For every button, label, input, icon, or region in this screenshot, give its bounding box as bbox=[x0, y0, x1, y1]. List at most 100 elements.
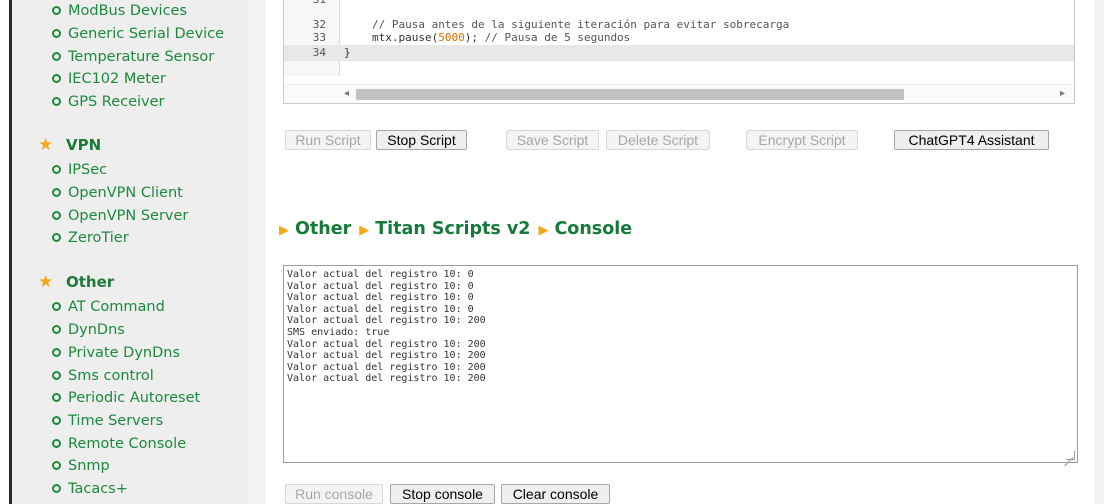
sidebar-item-zerotier[interactable]: ZeroTier bbox=[52, 229, 129, 247]
bullet-icon bbox=[52, 29, 61, 38]
code-line: // Pausa antes de la siguiente iteración… bbox=[372, 18, 789, 31]
sidebar-section-other[interactable]: ★ Other bbox=[38, 273, 114, 291]
sidebar-section-title: VPN bbox=[66, 136, 102, 154]
sidebar-item-private-dyndns[interactable]: Private DynDns bbox=[52, 344, 180, 362]
bullet-icon bbox=[52, 233, 61, 242]
code-line: } bbox=[344, 46, 351, 59]
encrypt-script-button[interactable]: Encrypt Script bbox=[746, 130, 858, 150]
breadcrumb-item[interactable]: Titan Scripts v2 bbox=[375, 219, 530, 239]
bullet-icon bbox=[52, 165, 61, 174]
code-comment: // Pausa de 5 segundos bbox=[484, 31, 631, 44]
line-number: 32 bbox=[312, 18, 326, 31]
console-line: Valor actual del registro 10: 0 bbox=[287, 269, 474, 280]
console-line: Valor actual del registro 10: 200 bbox=[287, 315, 486, 327]
triangle-icon: ▶ bbox=[279, 223, 289, 238]
sidebar-item-label: ModBus Devices bbox=[68, 3, 188, 19]
console-line: SMS enviado: true bbox=[287, 326, 390, 338]
sidebar-item-label: Generic Serial Device bbox=[68, 26, 225, 42]
console-line: Valor actual del registro 10: 0 bbox=[287, 280, 474, 292]
bullet-icon bbox=[52, 188, 61, 197]
bullet-icon bbox=[52, 416, 61, 425]
bullet-icon bbox=[52, 484, 61, 493]
sidebar-item-label: IEC102 Meter bbox=[68, 71, 166, 87]
console-line: Valor actual del registro 10: 0 bbox=[287, 303, 474, 315]
console-line: Valor actual del registro 10: 200 bbox=[287, 373, 486, 385]
breadcrumb: ▶ Other ▶ Titan Scripts v2 ▶ Console bbox=[279, 219, 640, 239]
sidebar-item-label: Temperature Sensor bbox=[68, 49, 215, 65]
sidebar-item-ipsec[interactable]: IPSec bbox=[52, 161, 107, 179]
code-line: mtx.pause(5000); // Pausa de 5 segundos bbox=[372, 31, 630, 44]
sidebar-nav: ModBus Devices Generic Serial Device Tem… bbox=[12, 0, 248, 504]
console-output[interactable]: Valor actual del registro 10: 0 Valor ac… bbox=[283, 265, 1078, 463]
console-line: Valor actual del registro 10: 200 bbox=[287, 361, 486, 373]
sidebar-item-openvpn-client[interactable]: OpenVPN Client bbox=[52, 184, 183, 202]
code-number: 5000 bbox=[438, 31, 465, 44]
breadcrumb-item[interactable]: Other bbox=[295, 219, 351, 239]
bullet-icon bbox=[52, 325, 61, 334]
code-comment: // Pausa antes de la siguiente iteración… bbox=[372, 18, 790, 31]
sidebar-item-tacacs[interactable]: Tacacs+ bbox=[52, 480, 128, 498]
sidebar-item-time-servers[interactable]: Time Servers bbox=[52, 412, 163, 430]
sidebar-section-title: Other bbox=[66, 273, 115, 291]
sidebar-item-label: Sms control bbox=[68, 368, 154, 384]
sidebar-item-at-command[interactable]: AT Command bbox=[52, 298, 165, 316]
bullet-icon bbox=[52, 211, 61, 220]
sidebar-item-periodic-autoreset[interactable]: Periodic Autoreset bbox=[52, 389, 200, 407]
sidebar-item-sms-control[interactable]: Sms control bbox=[52, 367, 154, 385]
sidebar-item-openvpn-server[interactable]: OpenVPN Server bbox=[52, 207, 188, 225]
sidebar-item-label: IPSec bbox=[68, 162, 108, 178]
sidebar-item-label: Snmp bbox=[68, 458, 110, 474]
run-script-button[interactable]: Run Script bbox=[285, 130, 371, 150]
sidebar-section-vpn[interactable]: ★ VPN bbox=[38, 136, 101, 154]
delete-script-button[interactable]: Delete Script bbox=[606, 130, 710, 150]
sidebar-item-label: GPS Receiver bbox=[68, 94, 165, 110]
scroll-left-icon[interactable]: ◂ bbox=[344, 86, 349, 101]
sidebar-item-gps-receiver[interactable]: GPS Receiver bbox=[52, 93, 165, 111]
sidebar-item-label: ZeroTier bbox=[68, 230, 129, 246]
sidebar-item-label: OpenVPN Server bbox=[68, 208, 189, 224]
sidebar-item-snmp[interactable]: Snmp bbox=[52, 457, 110, 475]
resize-handle-icon[interactable] bbox=[1066, 451, 1075, 460]
sidebar-item-dyndns[interactable]: DynDns bbox=[52, 321, 125, 339]
clear-console-button[interactable]: Clear console bbox=[501, 484, 610, 504]
sidebar-item-label: Private DynDns bbox=[68, 345, 181, 361]
bullet-icon bbox=[52, 6, 61, 15]
sidebar-item-generic-serial-device[interactable]: Generic Serial Device bbox=[52, 25, 224, 43]
horizontal-scrollbar[interactable]: ◂ ▸ bbox=[284, 84, 1074, 101]
bullet-icon bbox=[52, 371, 61, 380]
bullet-icon bbox=[52, 97, 61, 106]
sidebar-item-temperature-sensor[interactable]: Temperature Sensor bbox=[52, 48, 214, 66]
line-number: 31 bbox=[286, 0, 326, 6]
content-divider bbox=[248, 0, 266, 504]
sidebar-item-label: Periodic Autoreset bbox=[68, 390, 201, 406]
console-line: Valor actual del registro 10: 200 bbox=[287, 350, 486, 362]
bullet-icon bbox=[52, 439, 61, 448]
sidebar-item-iec102-meter[interactable]: IEC102 Meter bbox=[52, 70, 166, 88]
star-icon: ★ bbox=[38, 135, 54, 155]
line-number: 34 bbox=[312, 46, 326, 59]
save-script-button[interactable]: Save Script bbox=[506, 130, 599, 150]
sidebar-item-label: Time Servers bbox=[68, 413, 164, 429]
triangle-icon: ▶ bbox=[538, 223, 549, 238]
stop-console-button[interactable]: Stop console bbox=[390, 484, 495, 504]
sidebar-item-label: OpenVPN Client bbox=[68, 185, 183, 201]
console-line: Valor actual del registro 10: 0 bbox=[287, 292, 474, 304]
sidebar-item-remote-console[interactable]: Remote Console bbox=[52, 435, 186, 453]
code-text: mtx.pause( bbox=[372, 31, 439, 44]
line-number: 33 bbox=[312, 31, 326, 44]
script-editor[interactable]: 31 32 33 34 // Pausa antes de la siguien… bbox=[283, 0, 1075, 104]
bullet-icon bbox=[52, 302, 61, 311]
chatgpt-assistant-button[interactable]: ChatGPT4 Assistant bbox=[894, 130, 1049, 150]
code-text: } bbox=[344, 46, 351, 59]
code-text: ); bbox=[464, 31, 485, 44]
stop-script-button[interactable]: Stop Script bbox=[376, 130, 467, 150]
triangle-icon: ▶ bbox=[359, 223, 370, 238]
sidebar-item-modbus-devices[interactable]: ModBus Devices bbox=[52, 2, 187, 20]
bullet-icon bbox=[52, 393, 61, 402]
bullet-icon bbox=[52, 74, 61, 83]
sidebar-item-label: AT Command bbox=[68, 299, 165, 315]
run-console-button[interactable]: Run console bbox=[285, 484, 383, 504]
console-line: Valor actual del registro 10: 200 bbox=[287, 338, 486, 350]
scrollbar-thumb[interactable] bbox=[356, 89, 904, 100]
scroll-right-icon[interactable]: ▸ bbox=[1060, 86, 1065, 101]
